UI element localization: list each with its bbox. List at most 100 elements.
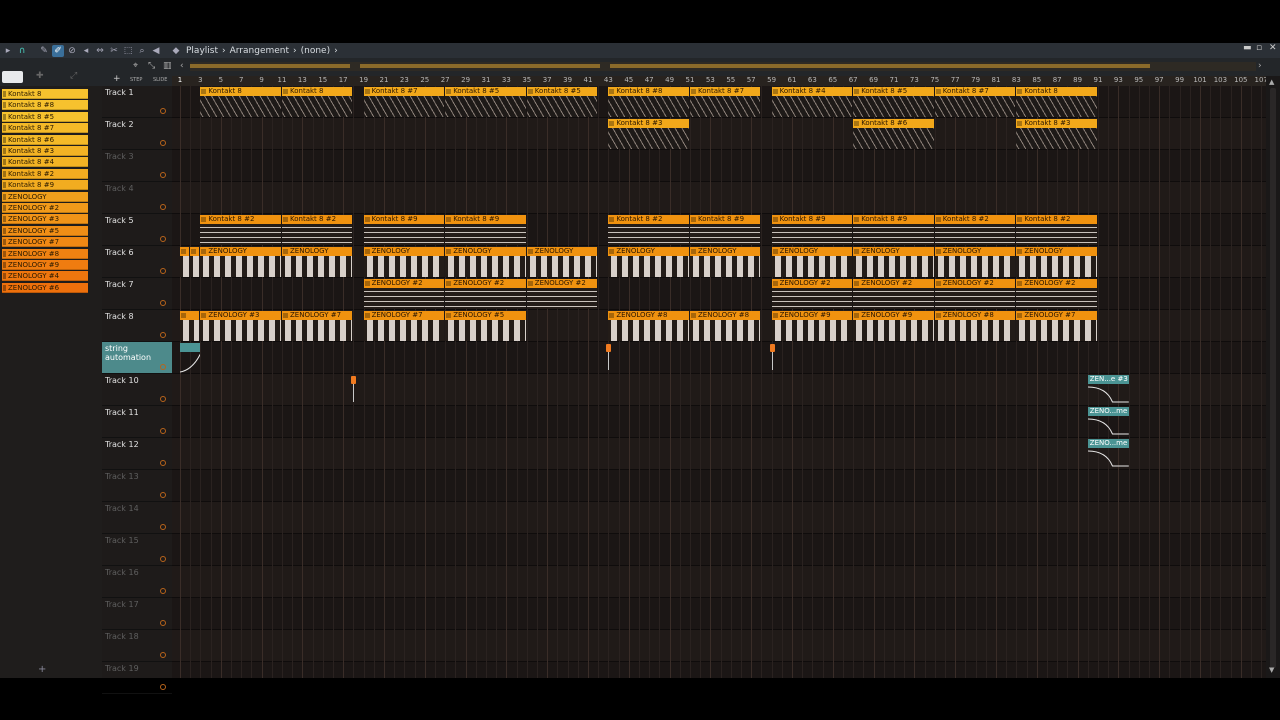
track-enable-led[interactable] bbox=[160, 588, 166, 594]
channel-item[interactable]: Kontakt 8 #8 bbox=[2, 100, 88, 111]
pattern-clip[interactable]: ZENOLOGY bbox=[853, 247, 934, 277]
piano-icon[interactable]: ▥ bbox=[163, 61, 172, 71]
automation-clip[interactable] bbox=[179, 343, 201, 373]
track-name[interactable]: Track 17 bbox=[105, 600, 139, 609]
track-header[interactable]: Track 6 bbox=[102, 246, 172, 278]
track-header[interactable]: Track 7 bbox=[102, 278, 172, 310]
pattern-clip[interactable]: Kontakt 8 #8 bbox=[608, 87, 689, 117]
add-track-icon[interactable]: + bbox=[113, 74, 121, 84]
slip-icon[interactable]: ⇔ bbox=[94, 45, 106, 57]
pattern-clip[interactable]: ZENOLOGY #2 bbox=[526, 279, 598, 309]
track-header[interactable]: Track 1 bbox=[102, 86, 172, 118]
pattern-clip[interactable]: ZENOLOGY bbox=[1016, 247, 1097, 277]
track-name[interactable]: Track 12 bbox=[105, 440, 139, 449]
track-enable-led[interactable] bbox=[160, 364, 166, 370]
pattern-clip[interactable]: ZENOLOGY #2 bbox=[771, 279, 853, 309]
scrollbar-thumb[interactable] bbox=[1270, 88, 1276, 668]
pattern-clip[interactable]: ZENOLOGY #8 bbox=[934, 311, 1016, 341]
pattern-clip[interactable]: Kontakt 8 bbox=[282, 87, 353, 117]
track-name[interactable]: Track 1 bbox=[105, 88, 134, 97]
track-name[interactable]: Track 14 bbox=[105, 504, 139, 513]
pattern-clip[interactable]: ZENOLOGY #2 bbox=[363, 279, 445, 309]
pattern-clip[interactable]: ZENOLOGY #5 bbox=[445, 311, 526, 341]
track-enable-led[interactable] bbox=[160, 172, 166, 178]
pattern-clip[interactable]: ZENOLOGY #8 bbox=[690, 311, 761, 341]
track-enable-led[interactable] bbox=[160, 460, 166, 466]
track-header[interactable]: Track 14 bbox=[102, 502, 172, 534]
track-enable-led[interactable] bbox=[160, 332, 166, 338]
scroll-right-icon[interactable]: › bbox=[1258, 61, 1262, 71]
title-pattern[interactable]: (none) bbox=[301, 46, 330, 56]
pattern-clip[interactable]: Kontakt 8 #9 bbox=[445, 215, 526, 245]
pattern-clip[interactable]: Kontakt 8 #7 bbox=[363, 87, 445, 117]
track-name[interactable]: Track 2 bbox=[105, 120, 134, 129]
pattern-clip[interactable]: Kontakt 8 bbox=[1016, 87, 1097, 117]
track-name[interactable]: string automation bbox=[105, 344, 172, 362]
pattern-clip[interactable]: ZENOLOGY bbox=[526, 247, 598, 277]
pattern-clip[interactable]: ZENOLOGY #7 bbox=[363, 311, 445, 341]
automation-clip[interactable]: ZENO...me bbox=[1087, 439, 1129, 469]
pattern-clip[interactable]: Kontakt 8 #5 bbox=[445, 87, 526, 117]
track-name[interactable]: Track 3 bbox=[105, 152, 134, 161]
slide-label[interactable]: SLIDE bbox=[153, 77, 167, 83]
pattern-clip[interactable]: Kontakt 8 #2 bbox=[934, 215, 1016, 245]
playlist-grid[interactable]: Kontakt 8 Kontakt 8 Kontakt 8 #7 Kontakt 8 … bbox=[172, 86, 1266, 678]
track-enable-led[interactable] bbox=[160, 204, 166, 210]
pattern-clip[interactable]: Kontakt 8 #9 bbox=[771, 215, 853, 245]
track-header[interactable]: Track 5 bbox=[102, 214, 172, 246]
title-arrangement[interactable]: Arrangement bbox=[230, 46, 289, 56]
pattern-clip[interactable]: Kontakt 8 #2 bbox=[200, 215, 281, 245]
piano-roll-icon[interactable] bbox=[2, 71, 23, 83]
track-header[interactable]: Track 10 bbox=[102, 374, 172, 406]
pattern-clip[interactable]: Kontakt 8 #5 bbox=[853, 87, 934, 117]
track-header[interactable]: Track 18 bbox=[102, 630, 172, 662]
track-header[interactable]: Track 12 bbox=[102, 438, 172, 470]
track-header[interactable]: Track 15 bbox=[102, 534, 172, 566]
track-enable-led[interactable] bbox=[160, 620, 166, 626]
track-name[interactable]: Track 4 bbox=[105, 184, 134, 193]
track-enable-led[interactable] bbox=[160, 108, 166, 114]
pattern-clip[interactable] bbox=[180, 247, 190, 277]
slide-icon[interactable]: ⤡ bbox=[148, 61, 155, 71]
time-marker[interactable] bbox=[606, 344, 612, 352]
pattern-clip[interactable]: ZENOLOGY bbox=[282, 247, 353, 277]
scroll-down-icon[interactable]: ▼ bbox=[1269, 666, 1274, 674]
track-header[interactable]: Track 16 bbox=[102, 566, 172, 598]
channel-item[interactable]: Kontakt 8 bbox=[2, 89, 88, 99]
track-enable-led[interactable] bbox=[160, 556, 166, 562]
pattern-clip[interactable] bbox=[180, 311, 200, 341]
channel-item[interactable]: Kontakt 8 #3 bbox=[2, 146, 88, 156]
track-header[interactable]: Track 8 bbox=[102, 310, 172, 342]
track-name[interactable]: Track 11 bbox=[105, 408, 139, 417]
vertical-scrollbar[interactable]: ▲ ▼ bbox=[1266, 76, 1280, 678]
track-header[interactable]: Track 19 bbox=[102, 662, 172, 694]
maximize-icon[interactable]: ▫ bbox=[1256, 43, 1262, 53]
pattern-clip[interactable]: Kontakt 8 #3 bbox=[1016, 119, 1097, 149]
pattern-clip[interactable]: Kontakt 8 #7 bbox=[934, 87, 1016, 117]
track-enable-led[interactable] bbox=[160, 396, 166, 402]
automation-clip[interactable]: ZENO...me bbox=[1087, 407, 1129, 437]
channel-item[interactable]: ZENOLOGY #8 bbox=[2, 248, 88, 259]
pattern-clip[interactable]: ZENOLOGY #2 bbox=[853, 279, 934, 309]
track-header[interactable]: Track 3 bbox=[102, 150, 172, 182]
channel-item[interactable]: ZENOLOGY bbox=[2, 191, 88, 202]
channel-item[interactable]: Kontakt 8 #6 bbox=[2, 134, 88, 145]
pattern-clip[interactable]: ZENOLOGY bbox=[771, 247, 853, 277]
channel-item[interactable]: ZENOLOGY #5 bbox=[2, 225, 88, 236]
paint-brush-icon[interactable]: ✐ bbox=[52, 44, 64, 57]
pattern-clip[interactable]: ZENOLOGY #9 bbox=[771, 311, 853, 341]
pattern-clip[interactable]: Kontakt 8 #9 bbox=[853, 215, 934, 245]
pencil-icon[interactable]: ✎ bbox=[38, 45, 50, 57]
pattern-clip[interactable]: Kontakt 8 #7 bbox=[690, 87, 761, 117]
add-channel-button[interactable]: + bbox=[38, 664, 46, 675]
track-header[interactable]: Track 13 bbox=[102, 470, 172, 502]
scroll-up-icon[interactable]: ▲ bbox=[1269, 78, 1274, 86]
track-enable-led[interactable] bbox=[160, 492, 166, 498]
pattern-clip[interactable]: Kontakt 8 #9 bbox=[363, 215, 445, 245]
magnet-icon[interactable]: ∩ bbox=[16, 45, 28, 57]
mute-icon[interactable]: ◂ bbox=[80, 45, 92, 57]
pattern-clip[interactable]: ZENOLOGY bbox=[608, 247, 689, 277]
track-header[interactable]: Track 11 bbox=[102, 406, 172, 438]
pattern-clip[interactable]: Kontakt 8 #9 bbox=[690, 215, 761, 245]
channel-item[interactable]: ZENOLOGY #6 bbox=[2, 282, 88, 293]
